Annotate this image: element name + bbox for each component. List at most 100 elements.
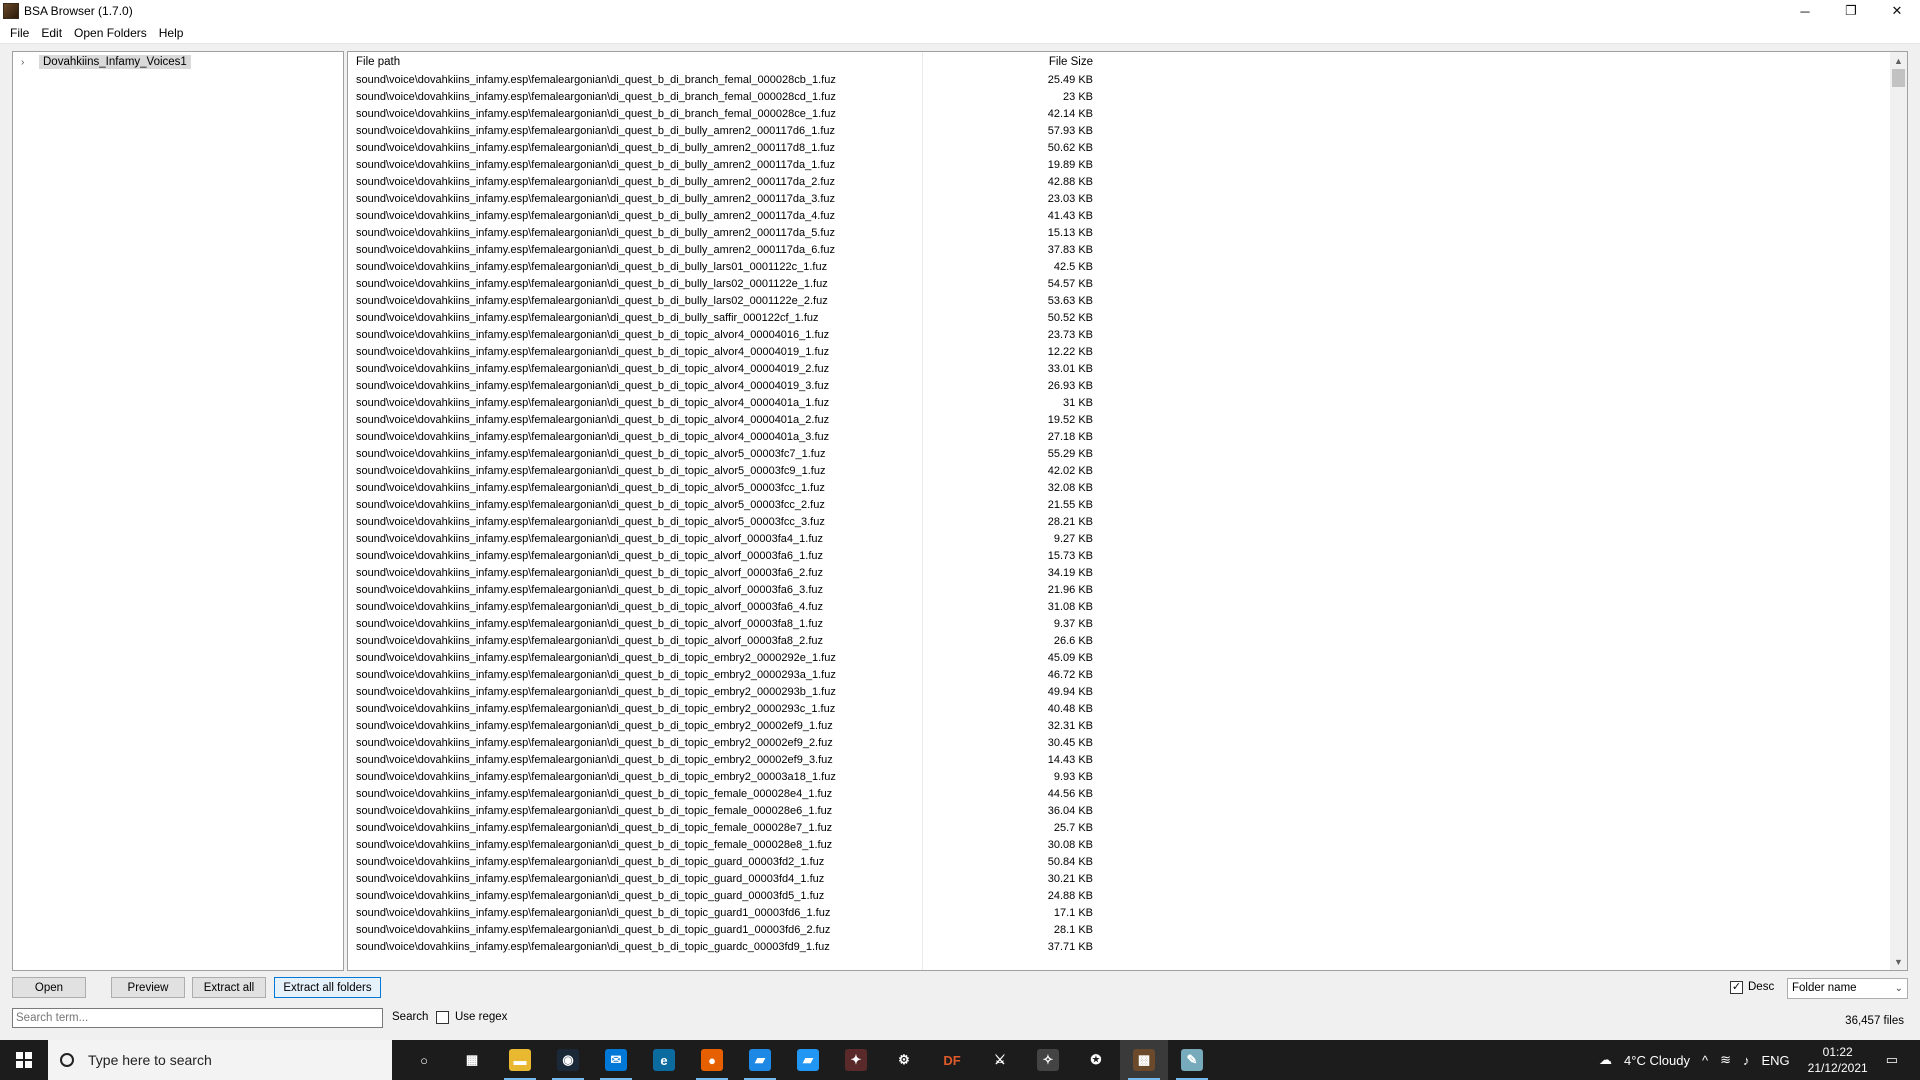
- maximize-button[interactable]: ❐: [1828, 0, 1874, 22]
- volume-icon[interactable]: ♪: [1743, 1053, 1750, 1068]
- scroll-thumb[interactable]: [1892, 69, 1905, 87]
- table-row[interactable]: sound\voice\dovahkiins_infamy.esp\female…: [348, 140, 1888, 157]
- table-row[interactable]: sound\voice\dovahkiins_infamy.esp\female…: [348, 106, 1888, 123]
- table-row[interactable]: sound\voice\dovahkiins_infamy.esp\female…: [348, 429, 1888, 446]
- preview-button[interactable]: Preview: [111, 977, 185, 998]
- table-row[interactable]: sound\voice\dovahkiins_infamy.esp\female…: [348, 344, 1888, 361]
- table-row[interactable]: sound\voice\dovahkiins_infamy.esp\female…: [348, 89, 1888, 106]
- app-blue-icon[interactable]: ▰: [736, 1040, 784, 1080]
- game-icon[interactable]: ✦: [832, 1040, 880, 1080]
- mail-icon[interactable]: ✉: [592, 1040, 640, 1080]
- table-row[interactable]: sound\voice\dovahkiins_infamy.esp\female…: [348, 395, 1888, 412]
- table-row[interactable]: sound\voice\dovahkiins_infamy.esp\female…: [348, 361, 1888, 378]
- table-row[interactable]: sound\voice\dovahkiins_infamy.esp\female…: [348, 497, 1888, 514]
- table-row[interactable]: sound\voice\dovahkiins_infamy.esp\female…: [348, 837, 1888, 854]
- table-row[interactable]: sound\voice\dovahkiins_infamy.esp\female…: [348, 667, 1888, 684]
- table-row[interactable]: sound\voice\dovahkiins_infamy.esp\female…: [348, 463, 1888, 480]
- file-list[interactable]: File path File Size sound\voice\dovahkii…: [347, 51, 1908, 971]
- launcher-icon[interactable]: ✪: [1072, 1040, 1120, 1080]
- tool-icon[interactable]: ✧: [1024, 1040, 1072, 1080]
- table-row[interactable]: sound\voice\dovahkiins_infamy.esp\female…: [348, 157, 1888, 174]
- chevron-up-icon[interactable]: ^: [1702, 1053, 1708, 1068]
- language-indicator[interactable]: ENG: [1761, 1053, 1789, 1068]
- search-input[interactable]: Search term...: [12, 1008, 383, 1028]
- df-icon[interactable]: DF: [928, 1040, 976, 1080]
- header-file-path[interactable]: File path: [356, 56, 400, 68]
- tree-root-node[interactable]: › Dovahkiins_Infamy_Voices1: [21, 55, 191, 69]
- table-row[interactable]: sound\voice\dovahkiins_infamy.esp\female…: [348, 786, 1888, 803]
- vertical-scrollbar[interactable]: ▲ ▼: [1890, 52, 1907, 970]
- taskbar-search[interactable]: Type here to search: [48, 1040, 392, 1080]
- firefox-icon[interactable]: ●: [688, 1040, 736, 1080]
- close-button[interactable]: ✕: [1874, 0, 1920, 22]
- table-row[interactable]: sound\voice\dovahkiins_infamy.esp\female…: [348, 769, 1888, 786]
- menu-edit[interactable]: Edit: [35, 23, 68, 43]
- table-row[interactable]: sound\voice\dovahkiins_infamy.esp\female…: [348, 616, 1888, 633]
- table-row[interactable]: sound\voice\dovahkiins_infamy.esp\female…: [348, 310, 1888, 327]
- table-row[interactable]: sound\voice\dovahkiins_infamy.esp\female…: [348, 752, 1888, 769]
- desc-checkbox[interactable]: ✓: [1730, 981, 1743, 994]
- table-row[interactable]: sound\voice\dovahkiins_infamy.esp\female…: [348, 582, 1888, 599]
- table-row[interactable]: sound\voice\dovahkiins_infamy.esp\female…: [348, 803, 1888, 820]
- table-row[interactable]: sound\voice\dovahkiins_infamy.esp\female…: [348, 378, 1888, 395]
- menu-help[interactable]: Help: [153, 23, 190, 43]
- settings-icon[interactable]: ⚙: [880, 1040, 928, 1080]
- table-row[interactable]: sound\voice\dovahkiins_infamy.esp\female…: [348, 701, 1888, 718]
- menu-file[interactable]: File: [4, 23, 35, 43]
- search-label[interactable]: Search: [392, 1011, 428, 1023]
- table-row[interactable]: sound\voice\dovahkiins_infamy.esp\female…: [348, 548, 1888, 565]
- table-row[interactable]: sound\voice\dovahkiins_infamy.esp\female…: [348, 599, 1888, 616]
- tree-root-label[interactable]: Dovahkiins_Infamy_Voices1: [39, 55, 191, 69]
- extract-all-button[interactable]: Extract all: [192, 977, 266, 998]
- scroll-down-icon[interactable]: ▼: [1890, 953, 1907, 970]
- table-row[interactable]: sound\voice\dovahkiins_infamy.esp\female…: [348, 191, 1888, 208]
- use-regex-checkbox[interactable]: [436, 1011, 449, 1024]
- steam-icon[interactable]: ◉: [544, 1040, 592, 1080]
- table-row[interactable]: sound\voice\dovahkiins_infamy.esp\female…: [348, 922, 1888, 939]
- table-row[interactable]: sound\voice\dovahkiins_infamy.esp\female…: [348, 242, 1888, 259]
- table-row[interactable]: sound\voice\dovahkiins_infamy.esp\female…: [348, 871, 1888, 888]
- table-row[interactable]: sound\voice\dovahkiins_infamy.esp\female…: [348, 208, 1888, 225]
- table-row[interactable]: sound\voice\dovahkiins_infamy.esp\female…: [348, 259, 1888, 276]
- app-blue2-icon[interactable]: ▰: [784, 1040, 832, 1080]
- table-row[interactable]: sound\voice\dovahkiins_infamy.esp\female…: [348, 123, 1888, 140]
- extract-all-folders-button[interactable]: Extract all folders: [274, 977, 381, 998]
- table-row[interactable]: sound\voice\dovahkiins_infamy.esp\female…: [348, 633, 1888, 650]
- network-icon[interactable]: ≋: [1720, 1052, 1731, 1068]
- table-row[interactable]: sound\voice\dovahkiins_infamy.esp\female…: [348, 293, 1888, 310]
- table-row[interactable]: sound\voice\dovahkiins_infamy.esp\female…: [348, 684, 1888, 701]
- pen-app-icon[interactable]: ✎: [1168, 1040, 1216, 1080]
- table-row[interactable]: sound\voice\dovahkiins_infamy.esp\female…: [348, 905, 1888, 922]
- table-row[interactable]: sound\voice\dovahkiins_infamy.esp\female…: [348, 718, 1888, 735]
- table-row[interactable]: sound\voice\dovahkiins_infamy.esp\female…: [348, 327, 1888, 344]
- table-row[interactable]: sound\voice\dovahkiins_infamy.esp\female…: [348, 650, 1888, 667]
- table-row[interactable]: sound\voice\dovahkiins_infamy.esp\female…: [348, 820, 1888, 837]
- table-row[interactable]: sound\voice\dovahkiins_infamy.esp\female…: [348, 565, 1888, 582]
- table-row[interactable]: sound\voice\dovahkiins_infamy.esp\female…: [348, 888, 1888, 905]
- expand-arrow-icon[interactable]: ›: [21, 57, 33, 68]
- open-button[interactable]: Open: [12, 977, 86, 998]
- weather-text[interactable]: 4°C Cloudy: [1624, 1053, 1690, 1068]
- edge-icon[interactable]: e: [640, 1040, 688, 1080]
- table-row[interactable]: sound\voice\dovahkiins_infamy.esp\female…: [348, 174, 1888, 191]
- table-row[interactable]: sound\voice\dovahkiins_infamy.esp\female…: [348, 276, 1888, 293]
- table-row[interactable]: sound\voice\dovahkiins_infamy.esp\female…: [348, 480, 1888, 497]
- bsa-browser-icon[interactable]: ▩: [1120, 1040, 1168, 1080]
- windows-start-icon[interactable]: [0, 1040, 48, 1080]
- table-row[interactable]: sound\voice\dovahkiins_infamy.esp\female…: [348, 225, 1888, 242]
- minimize-button[interactable]: ─: [1782, 0, 1828, 22]
- notification-icon[interactable]: ▭: [1886, 1052, 1898, 1068]
- clock[interactable]: 01:22 21/12/2021: [1808, 1044, 1868, 1076]
- table-row[interactable]: sound\voice\dovahkiins_infamy.esp\female…: [348, 412, 1888, 429]
- table-row[interactable]: sound\voice\dovahkiins_infamy.esp\female…: [348, 735, 1888, 752]
- table-row[interactable]: sound\voice\dovahkiins_infamy.esp\female…: [348, 514, 1888, 531]
- table-row[interactable]: sound\voice\dovahkiins_infamy.esp\female…: [348, 854, 1888, 871]
- table-row[interactable]: sound\voice\dovahkiins_infamy.esp\female…: [348, 72, 1888, 89]
- archive-tree[interactable]: › Dovahkiins_Infamy_Voices1: [12, 51, 344, 971]
- menu-open-folders[interactable]: Open Folders: [68, 23, 153, 43]
- task-view-icon[interactable]: ▦: [448, 1040, 496, 1080]
- sort-combo[interactable]: Folder name ⌄: [1787, 978, 1908, 999]
- cloud-icon[interactable]: ☁: [1599, 1052, 1612, 1068]
- table-row[interactable]: sound\voice\dovahkiins_infamy.esp\female…: [348, 446, 1888, 463]
- cortana-icon[interactable]: ○: [400, 1040, 448, 1080]
